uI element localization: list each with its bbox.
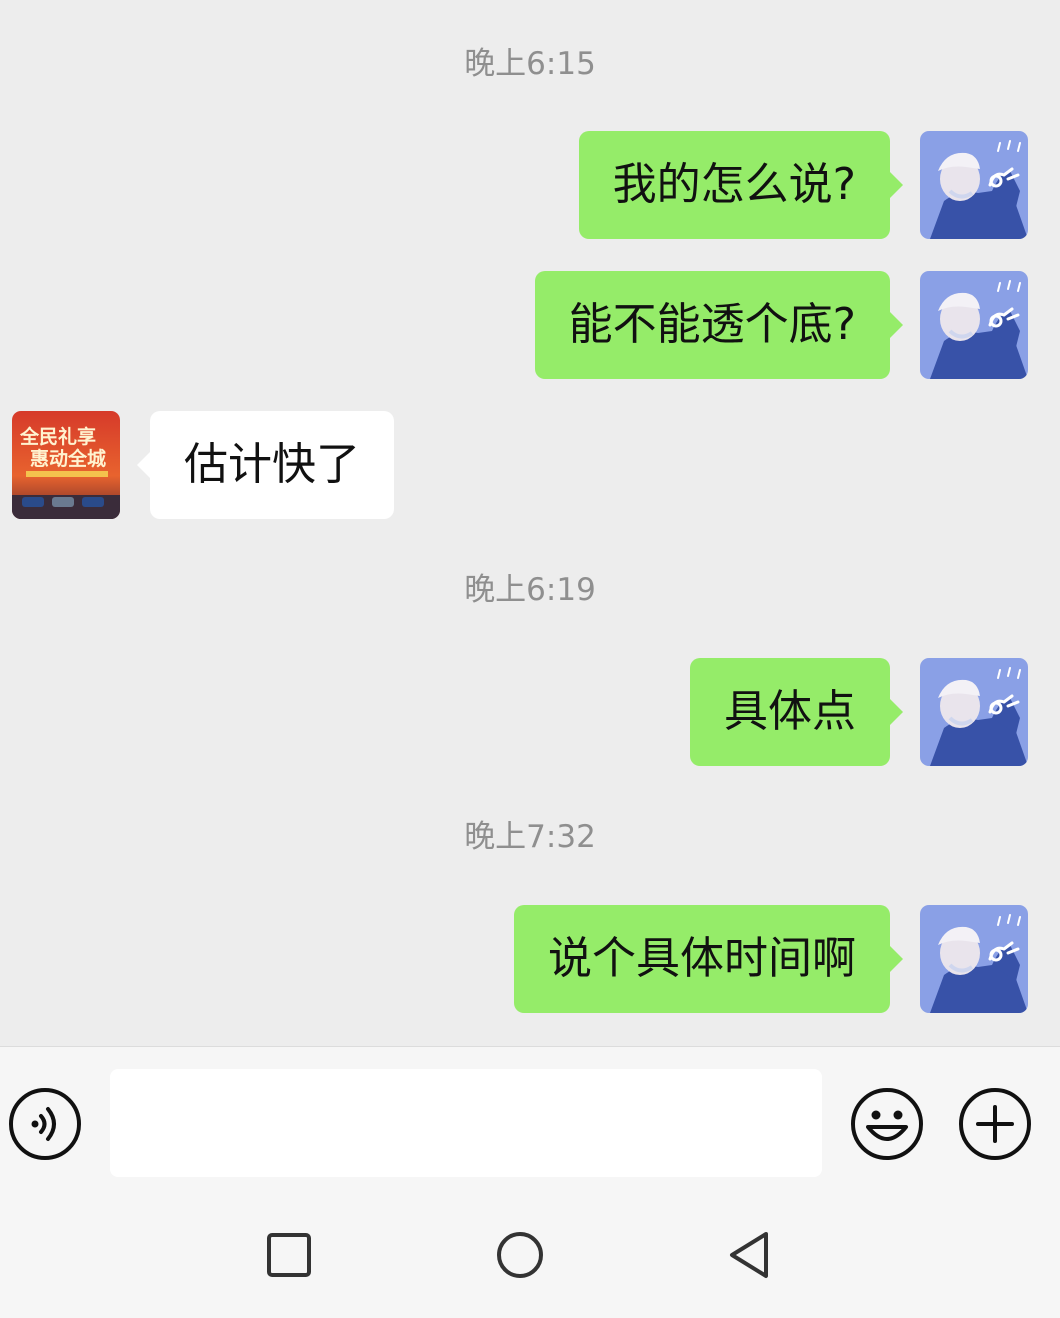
message-input[interactable] (110, 1069, 822, 1177)
message-bubble-outgoing[interactable]: 我的怎么说? (578, 131, 904, 239)
my-avatar[interactable] (920, 905, 1028, 1013)
triangle-back-icon[interactable] (724, 1230, 774, 1280)
chat-area: 晚上6:15 我的怎么说? 能不能透个底? 全民礼享 惠动全城 估计快了 晚上6… (0, 0, 1060, 1046)
contact-avatar[interactable]: 全民礼享 惠动全城 (12, 411, 120, 519)
timestamp: 晚上6:15 (464, 46, 596, 82)
my-avatar[interactable] (920, 131, 1028, 239)
system-navigation-bar (0, 1192, 1060, 1318)
timestamp: 晚上7:32 (464, 819, 596, 855)
my-avatar[interactable] (920, 658, 1028, 766)
circle-home-icon[interactable] (495, 1230, 545, 1280)
timestamp: 晚上6:19 (464, 572, 596, 608)
avatar-text-line2: 惠动全城 (30, 447, 106, 470)
square-recent-apps-icon[interactable] (264, 1230, 314, 1280)
avatar-text-line1: 全民礼享 (19, 425, 96, 448)
my-avatar[interactable] (920, 271, 1028, 379)
message-bubble-outgoing[interactable]: 具体点 (690, 658, 903, 766)
plus-icon[interactable] (958, 1087, 1032, 1161)
message-bubble-outgoing[interactable]: 说个具体时间啊 (514, 905, 903, 1013)
message-bubble-incoming[interactable]: 估计快了 (137, 411, 394, 519)
emoji-icon[interactable] (850, 1087, 924, 1161)
message-bubble-outgoing[interactable]: 能不能透个底? (534, 271, 904, 379)
input-bar (0, 1046, 1060, 1193)
voice-input-icon[interactable] (8, 1087, 82, 1161)
